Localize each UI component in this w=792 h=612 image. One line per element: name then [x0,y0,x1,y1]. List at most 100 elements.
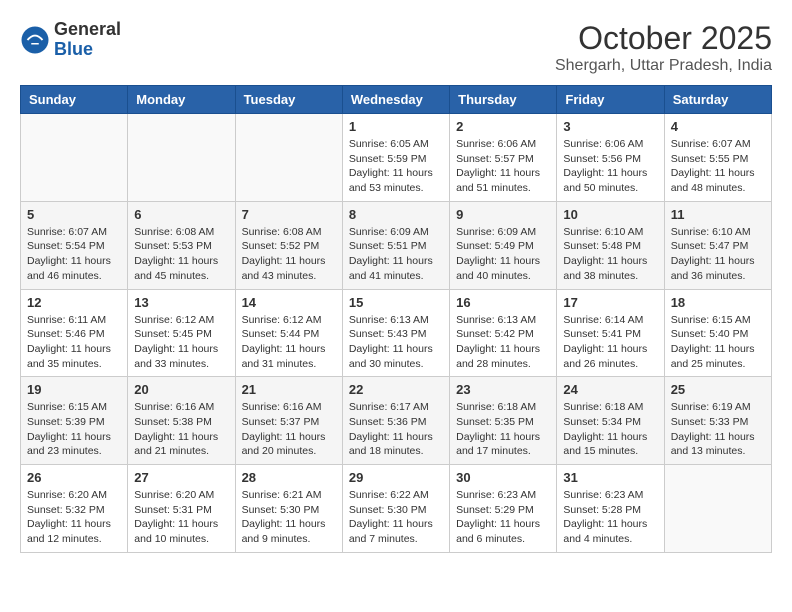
calendar-cell: 18 Sunrise: 6:15 AM Sunset: 5:40 PM Dayli… [664,289,771,377]
calendar-cell [128,114,235,202]
logo-icon [20,25,50,55]
day-number: 24 [563,382,657,397]
calendar-cell: 4 Sunrise: 6:07 AM Sunset: 5:55 PM Daylig… [664,114,771,202]
page-header: General Blue October 2025 Shergarh, Utta… [20,20,772,75]
day-info: Sunrise: 6:19 AM Sunset: 5:33 PM Dayligh… [671,400,765,459]
calendar-cell: 5Sunrise: 6:07 AM Sunset: 5:54 PM Daylig… [21,201,128,289]
day-info: Sunrise: 6:21 AM Sunset: 5:30 PM Dayligh… [242,488,336,547]
day-number: 12 [27,295,121,310]
day-number: 7 [242,207,336,222]
calendar-cell: 15 Sunrise: 6:13 AM Sunset: 5:43 PM Dayli… [342,289,449,377]
calendar-cell: 25 Sunrise: 6:19 AM Sunset: 5:33 PM Dayli… [664,377,771,465]
calendar-cell: 22 Sunrise: 6:17 AM Sunset: 5:36 PM Dayli… [342,377,449,465]
calendar-cell: 17 Sunrise: 6:14 AM Sunset: 5:41 PM Dayli… [557,289,664,377]
calendar-cell: 16Sunrise: 6:13 AM Sunset: 5:42 PM Dayli… [450,289,557,377]
calendar-cell: 27Sunrise: 6:20 AM Sunset: 5:31 PM Dayli… [128,465,235,553]
weekday-header-thursday: Thursday [450,86,557,114]
day-info: Sunrise: 6:18 AM Sunset: 5:35 PM Dayligh… [456,400,550,459]
calendar-cell: 1 Sunrise: 6:05 AM Sunset: 5:59 PM Daylig… [342,114,449,202]
calendar-cell: 14 Sunrise: 6:12 AM Sunset: 5:44 PM Dayli… [235,289,342,377]
day-number: 14 [242,295,336,310]
calendar-week-row: 19 Sunrise: 6:15 AM Sunset: 5:39 PM Dayli… [21,377,772,465]
weekday-header-sunday: Sunday [21,86,128,114]
day-number: 20 [134,382,228,397]
day-number: 10 [563,207,657,222]
day-info: Sunrise: 6:10 AM Sunset: 5:48 PM Dayligh… [563,225,657,284]
weekday-header-saturday: Saturday [664,86,771,114]
day-number: 1 [349,119,443,134]
day-info: Sunrise: 6:16 AM Sunset: 5:38 PM Dayligh… [134,400,228,459]
calendar-cell: 30Sunrise: 6:23 AM Sunset: 5:29 PM Dayli… [450,465,557,553]
day-info: Sunrise: 6:11 AM Sunset: 5:46 PM Dayligh… [27,313,121,372]
day-info: Sunrise: 6:12 AM Sunset: 5:45 PM Dayligh… [134,313,228,372]
day-info: Sunrise: 6:06 AM Sunset: 5:57 PM Dayligh… [456,137,550,196]
calendar-cell: 21Sunrise: 6:16 AM Sunset: 5:37 PM Dayli… [235,377,342,465]
calendar-cell: 8Sunrise: 6:09 AM Sunset: 5:51 PM Daylig… [342,201,449,289]
logo-general: General [54,20,121,40]
day-number: 3 [563,119,657,134]
day-number: 18 [671,295,765,310]
day-number: 15 [349,295,443,310]
calendar-cell: 19 Sunrise: 6:15 AM Sunset: 5:39 PM Dayli… [21,377,128,465]
day-info: Sunrise: 6:08 AM Sunset: 5:52 PM Dayligh… [242,225,336,284]
calendar-cell: 28 Sunrise: 6:21 AM Sunset: 5:30 PM Dayli… [235,465,342,553]
calendar-cell [235,114,342,202]
day-info: Sunrise: 6:15 AM Sunset: 5:40 PM Dayligh… [671,313,765,372]
calendar-week-row: 12 Sunrise: 6:11 AM Sunset: 5:46 PM Dayli… [21,289,772,377]
day-info: Sunrise: 6:07 AM Sunset: 5:54 PM Dayligh… [27,225,121,284]
day-info: Sunrise: 6:12 AM Sunset: 5:44 PM Dayligh… [242,313,336,372]
calendar-cell: 10 Sunrise: 6:10 AM Sunset: 5:48 PM Dayli… [557,201,664,289]
calendar-cell: 9Sunrise: 6:09 AM Sunset: 5:49 PM Daylig… [450,201,557,289]
calendar-cell: 29Sunrise: 6:22 AM Sunset: 5:30 PM Dayli… [342,465,449,553]
day-number: 4 [671,119,765,134]
day-info: Sunrise: 6:07 AM Sunset: 5:55 PM Dayligh… [671,137,765,196]
calendar-cell: 7 Sunrise: 6:08 AM Sunset: 5:52 PM Daylig… [235,201,342,289]
day-info: Sunrise: 6:15 AM Sunset: 5:39 PM Dayligh… [27,400,121,459]
day-number: 6 [134,207,228,222]
weekday-header-wednesday: Wednesday [342,86,449,114]
day-number: 28 [242,470,336,485]
weekday-header-monday: Monday [128,86,235,114]
title-section: October 2025 Shergarh, Uttar Pradesh, In… [555,20,772,75]
day-info: Sunrise: 6:14 AM Sunset: 5:41 PM Dayligh… [563,313,657,372]
calendar-cell [664,465,771,553]
day-number: 9 [456,207,550,222]
day-number: 17 [563,295,657,310]
day-number: 19 [27,382,121,397]
day-info: Sunrise: 6:23 AM Sunset: 5:29 PM Dayligh… [456,488,550,547]
calendar-cell: 11 Sunrise: 6:10 AM Sunset: 5:47 PM Dayli… [664,201,771,289]
day-number: 29 [349,470,443,485]
calendar-cell: 26Sunrise: 6:20 AM Sunset: 5:32 PM Dayli… [21,465,128,553]
day-info: Sunrise: 6:23 AM Sunset: 5:28 PM Dayligh… [563,488,657,547]
calendar-week-row: 1 Sunrise: 6:05 AM Sunset: 5:59 PM Daylig… [21,114,772,202]
day-info: Sunrise: 6:08 AM Sunset: 5:53 PM Dayligh… [134,225,228,284]
main-title: October 2025 [555,20,772,57]
calendar-cell: 6 Sunrise: 6:08 AM Sunset: 5:53 PM Daylig… [128,201,235,289]
day-number: 23 [456,382,550,397]
calendar-cell: 23 Sunrise: 6:18 AM Sunset: 5:35 PM Dayli… [450,377,557,465]
day-info: Sunrise: 6:10 AM Sunset: 5:47 PM Dayligh… [671,225,765,284]
logo-text: General Blue [54,20,121,60]
day-number: 25 [671,382,765,397]
subtitle: Shergarh, Uttar Pradesh, India [555,57,772,75]
calendar-cell: 20 Sunrise: 6:16 AM Sunset: 5:38 PM Dayli… [128,377,235,465]
logo: General Blue [20,20,121,60]
day-info: Sunrise: 6:18 AM Sunset: 5:34 PM Dayligh… [563,400,657,459]
day-info: Sunrise: 6:20 AM Sunset: 5:31 PM Dayligh… [134,488,228,547]
day-number: 11 [671,207,765,222]
day-info: Sunrise: 6:06 AM Sunset: 5:56 PM Dayligh… [563,137,657,196]
day-info: Sunrise: 6:13 AM Sunset: 5:43 PM Dayligh… [349,313,443,372]
day-number: 22 [349,382,443,397]
day-info: Sunrise: 6:05 AM Sunset: 5:59 PM Dayligh… [349,137,443,196]
day-info: Sunrise: 6:09 AM Sunset: 5:51 PM Dayligh… [349,225,443,284]
calendar-cell: 13Sunrise: 6:12 AM Sunset: 5:45 PM Dayli… [128,289,235,377]
day-number: 2 [456,119,550,134]
day-info: Sunrise: 6:17 AM Sunset: 5:36 PM Dayligh… [349,400,443,459]
calendar-cell: 12 Sunrise: 6:11 AM Sunset: 5:46 PM Dayli… [21,289,128,377]
calendar-cell: 2 Sunrise: 6:06 AM Sunset: 5:57 PM Daylig… [450,114,557,202]
calendar-week-row: 5Sunrise: 6:07 AM Sunset: 5:54 PM Daylig… [21,201,772,289]
day-number: 31 [563,470,657,485]
calendar-cell [21,114,128,202]
day-number: 21 [242,382,336,397]
weekday-header-tuesday: Tuesday [235,86,342,114]
